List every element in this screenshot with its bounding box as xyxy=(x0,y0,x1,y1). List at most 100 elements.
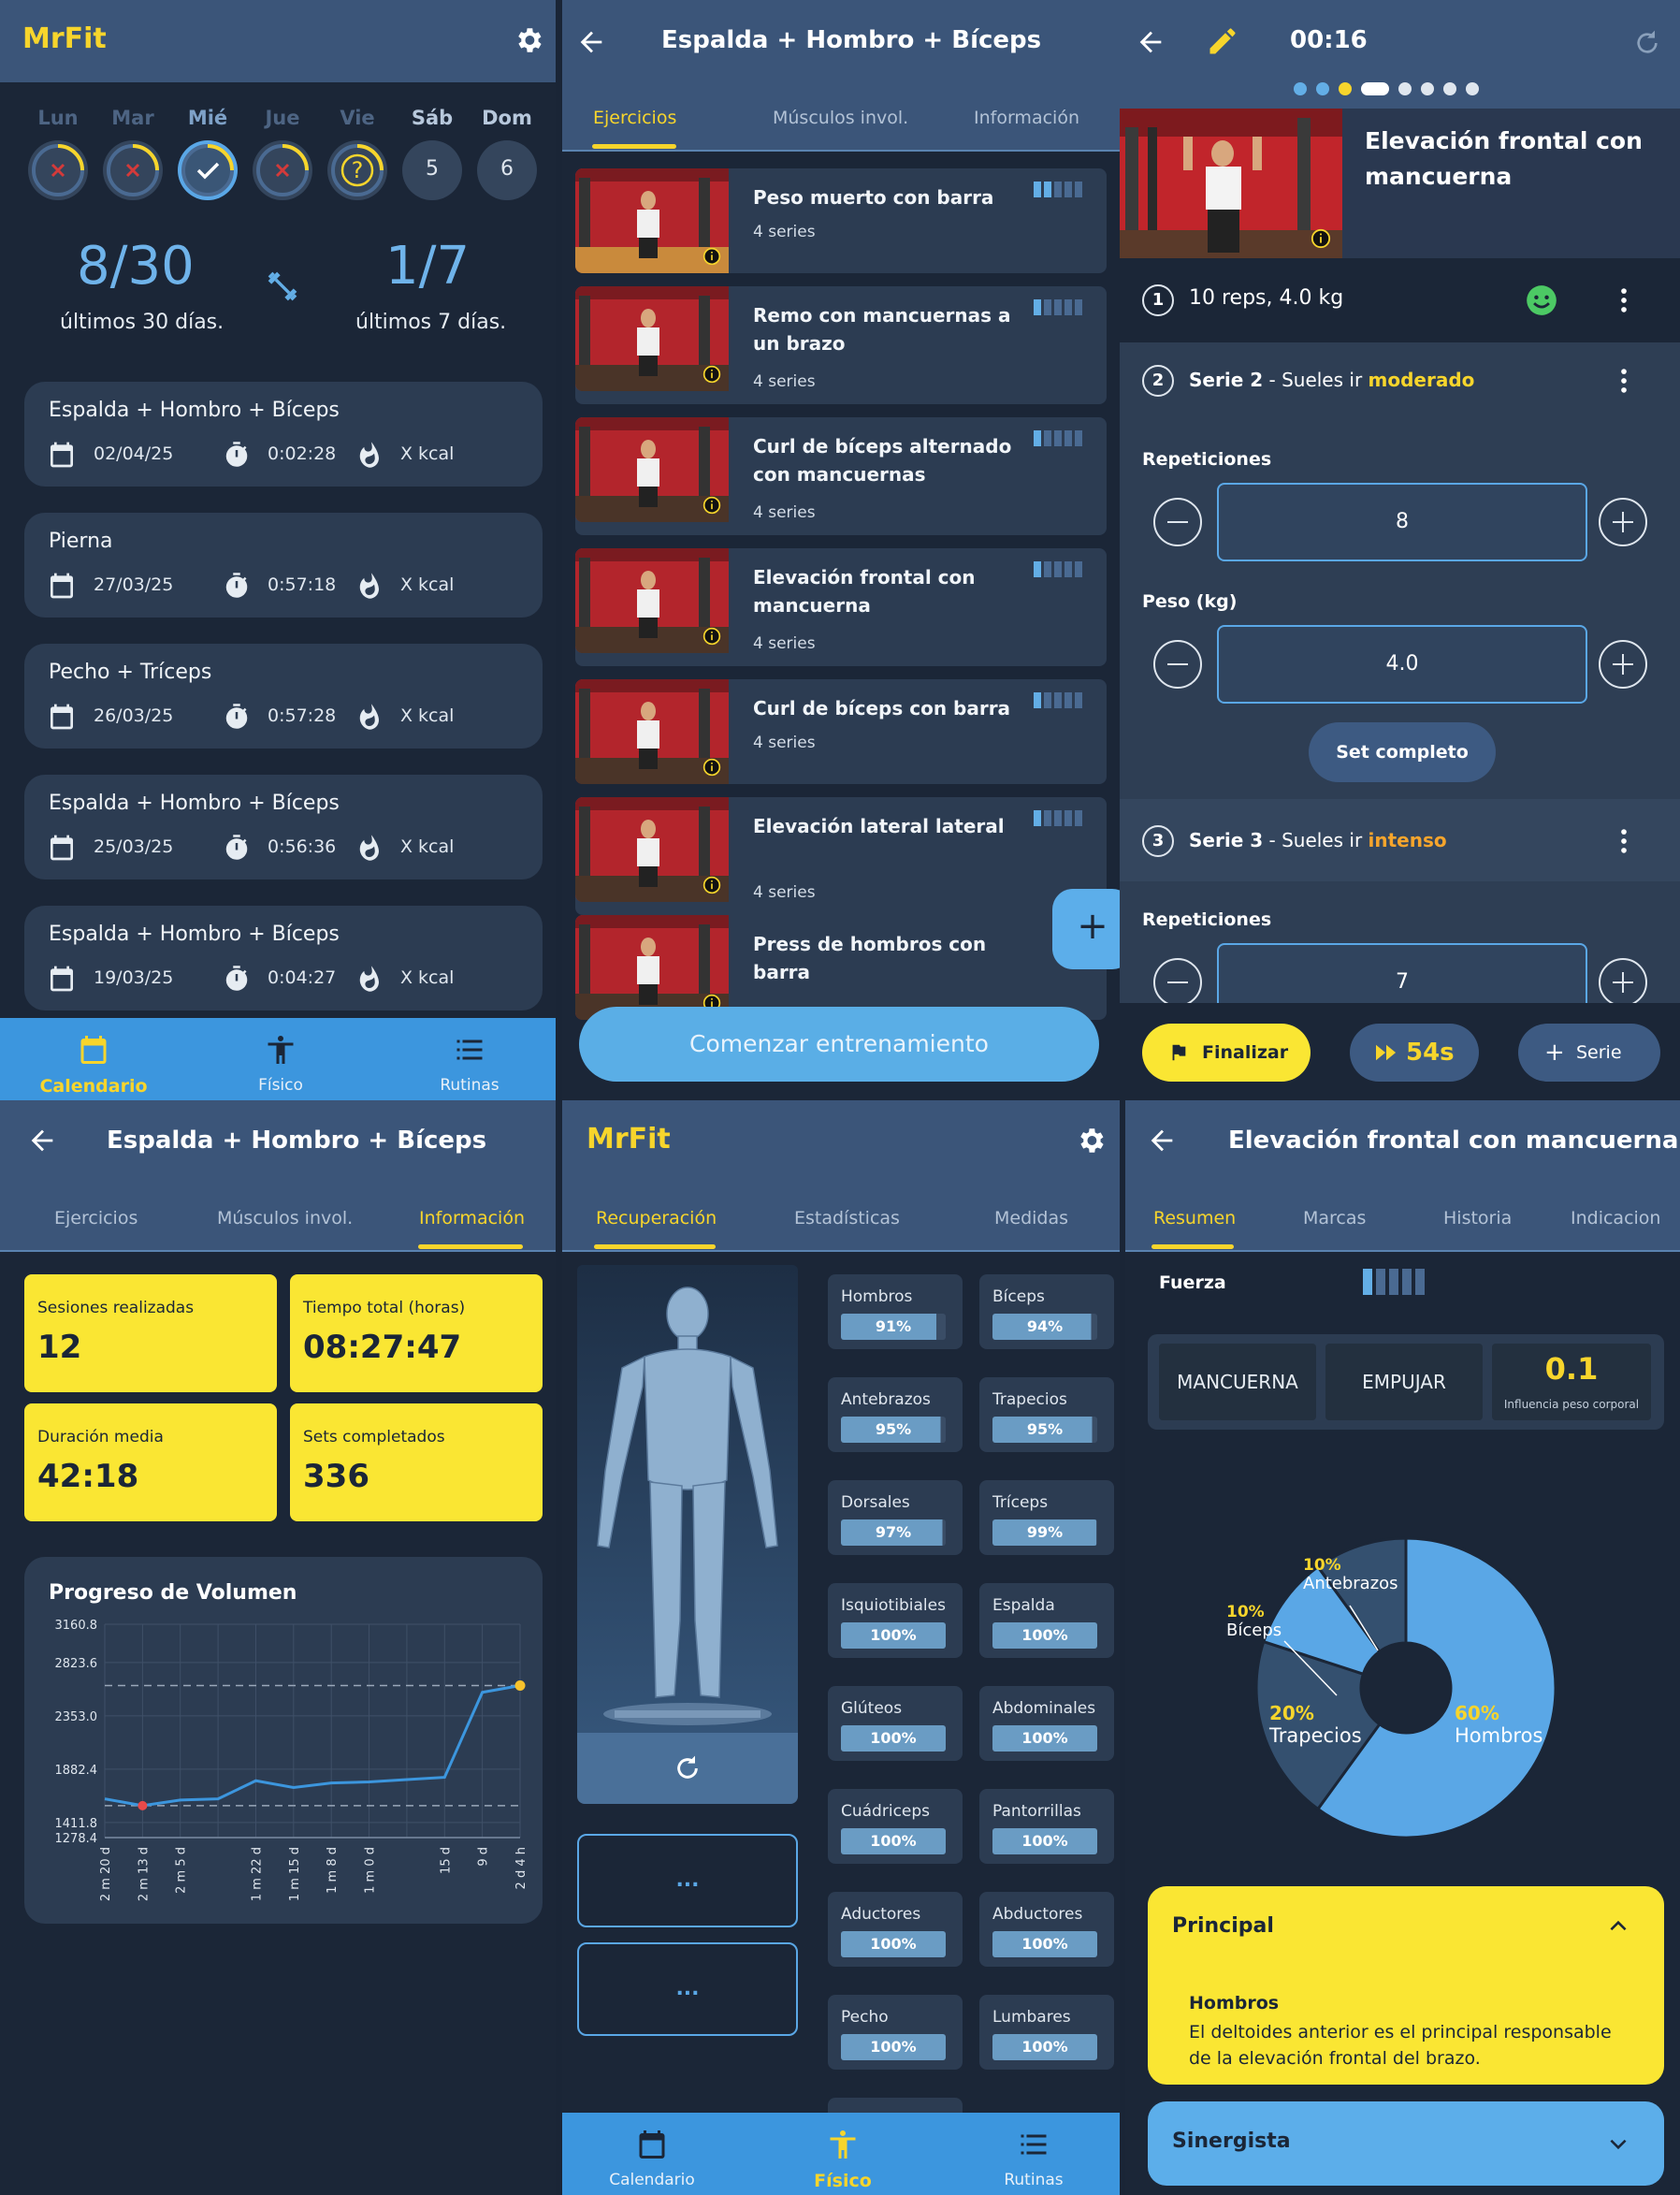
muscle-card[interactable]: Cuádriceps 100% xyxy=(828,1789,963,1864)
info-icon[interactable] xyxy=(702,365,721,384)
gear-icon[interactable] xyxy=(513,24,544,56)
reset-icon[interactable] xyxy=(1632,28,1662,58)
tab-statistics[interactable]: Estadísticas xyxy=(794,1208,900,1228)
step-dot xyxy=(1421,82,1434,95)
more-options-icon[interactable] xyxy=(1608,365,1640,397)
set-2-header[interactable]: 2 Serie 2 - Sueles ir moderado xyxy=(1120,342,1680,421)
muscle-card[interactable]: Dorsales 97% xyxy=(828,1480,963,1555)
back-arrow-icon[interactable] xyxy=(26,1125,58,1156)
muscle-card[interactable]: Hombros 91% xyxy=(828,1274,963,1349)
muscle-card[interactable]: Antebrazos 95% xyxy=(828,1377,963,1452)
workout-card[interactable]: Espalda + Hombro + Bíceps 25/03/25 0:56:36… xyxy=(24,775,543,879)
muscle-card[interactable]: Tríceps 99% xyxy=(979,1480,1114,1555)
back-arrow-icon[interactable] xyxy=(575,26,607,58)
back-arrow-icon[interactable] xyxy=(1135,26,1166,58)
exercise-row[interactable]: Curl de bíceps alternado con mancuernas 4… xyxy=(575,417,1107,535)
muscle-card[interactable]: Isquiotibiales 100% xyxy=(828,1583,963,1658)
tab-recovery[interactable]: Recuperación xyxy=(596,1208,717,1228)
muscle-card[interactable]: Espalda 100% xyxy=(979,1583,1114,1658)
more-button-1[interactable]: ... xyxy=(577,1834,798,1927)
tab-history[interactable]: Historia xyxy=(1443,1208,1512,1228)
nav-calendar-label: Calendario xyxy=(39,1076,148,1097)
tab-muscles[interactable]: Músculos invol. xyxy=(773,108,908,128)
more-options-icon[interactable] xyxy=(1608,284,1640,316)
tab-muscles[interactable]: Músculos invol. xyxy=(217,1208,353,1228)
recovery-value: 95% xyxy=(1026,1420,1064,1438)
info-icon[interactable] xyxy=(702,758,721,777)
synergist-accordion[interactable]: Sinergista xyxy=(1148,2101,1664,2186)
day-circle-2[interactable] xyxy=(178,140,238,200)
exercise-row[interactable]: Elevación lateral lateral 4 series xyxy=(575,797,1107,915)
tab-exercises[interactable]: Ejercicios xyxy=(54,1208,138,1228)
principal-accordion[interactable]: Principal Hombros El deltoides anterior … xyxy=(1148,1886,1664,2085)
muscle-card[interactable]: Trapecios 95% xyxy=(979,1377,1114,1452)
body-model-viewer[interactable] xyxy=(577,1265,798,1733)
tab-indications[interactable]: Indicacion xyxy=(1571,1208,1660,1228)
info-icon[interactable] xyxy=(702,876,721,894)
tab-exercises[interactable]: Ejercicios xyxy=(593,108,676,128)
day-circle-1[interactable] xyxy=(103,140,163,200)
day-circle-5[interactable]: 5 xyxy=(402,140,462,200)
exercise-photo xyxy=(1120,109,1342,258)
finish-button[interactable]: Finalizar xyxy=(1142,1024,1311,1082)
exercise-header: Elevación frontal con mancuerna xyxy=(1120,109,1680,258)
start-workout-button[interactable]: Comenzar entrenamiento xyxy=(579,1007,1099,1082)
info-icon[interactable] xyxy=(702,496,721,515)
workout-card[interactable]: Pecho + Tríceps 26/03/25 0:57:28 X kcal xyxy=(24,644,543,749)
workout-card[interactable]: Espalda + Hombro + Bíceps 02/04/25 0:02:28… xyxy=(24,382,543,487)
recovery-value: 97% xyxy=(875,1523,912,1541)
exercise-row[interactable]: Press de hombros con barra xyxy=(575,915,1107,1020)
chevron-down-icon[interactable] xyxy=(1606,2131,1630,2156)
muscle-card[interactable]: Abdominales 100% xyxy=(979,1686,1114,1761)
set-complete-button[interactable]: Set completo xyxy=(1309,722,1496,782)
exercise-row[interactable]: Curl de bíceps con barra 4 series xyxy=(575,679,1107,784)
info-icon[interactable] xyxy=(702,247,721,266)
day-circle-6[interactable]: 6 xyxy=(477,140,537,200)
strength-bar xyxy=(1402,1269,1412,1295)
muscle-card[interactable]: Lumbares 100% xyxy=(979,1995,1114,2070)
add-exercise-button[interactable]: + xyxy=(1052,889,1120,969)
info-icon[interactable] xyxy=(1311,228,1331,249)
exercise-row[interactable]: Peso muerto con barra 4 series xyxy=(575,168,1107,273)
pencil-icon[interactable] xyxy=(1206,24,1239,58)
day-circle-4[interactable]: ? xyxy=(327,140,387,200)
reps-input[interactable]: 8 xyxy=(1217,483,1587,561)
muscle-card[interactable]: Abductores 100% xyxy=(979,1892,1114,1967)
workout-card[interactable]: Pierna 27/03/25 0:57:18 X kcal xyxy=(24,513,543,618)
reps-increase-button[interactable] xyxy=(1599,498,1647,546)
muscle-card[interactable]: Pecho 100% xyxy=(828,1995,963,2070)
gear-icon[interactable] xyxy=(1075,1125,1107,1156)
muscle-card[interactable]: Bíceps 94% xyxy=(979,1274,1114,1349)
tab-info[interactable]: Información xyxy=(974,108,1079,128)
tab-records[interactable]: Marcas xyxy=(1303,1208,1366,1228)
weight-increase-button[interactable] xyxy=(1599,640,1647,689)
set-3-header[interactable]: 3 Serie 3 - Sueles ir intenso xyxy=(1120,799,1680,881)
weight-decrease-button[interactable] xyxy=(1153,640,1202,689)
day-circle-3[interactable] xyxy=(253,140,312,200)
stat-label: Sesiones realizadas xyxy=(37,1299,195,1317)
chevron-up-icon[interactable] xyxy=(1606,1914,1630,1939)
set-1-row[interactable]: 1 10 reps, 4.0 kg xyxy=(1120,258,1680,342)
more-button-2[interactable]: ... xyxy=(577,1942,798,2036)
finish-label: Finalizar xyxy=(1202,1042,1289,1063)
workout-card[interactable]: Espalda + Hombro + Bíceps 19/03/25 0:04:27… xyxy=(24,906,543,1010)
add-set-button[interactable]: + Serie xyxy=(1518,1024,1660,1082)
rest-timer-button[interactable]: 54s xyxy=(1350,1024,1479,1082)
tab-measures[interactable]: Medidas xyxy=(994,1208,1068,1228)
muscle-card[interactable]: Pantorrillas 100% xyxy=(979,1789,1114,1864)
tab-info[interactable]: Información xyxy=(419,1208,525,1228)
exercise-row[interactable]: Elevación frontal con mancuerna 4 series xyxy=(575,548,1107,666)
more-options-icon[interactable] xyxy=(1608,825,1640,857)
muscle-card[interactable]: Aductores 100% xyxy=(828,1892,963,1967)
reps-increase-button[interactable] xyxy=(1599,958,1647,1007)
back-arrow-icon[interactable] xyxy=(1146,1125,1178,1156)
reps-decrease-button[interactable] xyxy=(1153,498,1202,546)
tab-summary[interactable]: Resumen xyxy=(1153,1208,1236,1228)
info-icon[interactable] xyxy=(702,627,721,646)
weight-input[interactable]: 4.0 xyxy=(1217,625,1587,704)
exercise-row[interactable]: Remo con mancuernas a un brazo 4 series xyxy=(575,286,1107,404)
reset-view-button[interactable] xyxy=(577,1733,798,1804)
muscle-card[interactable]: Glúteos 100% xyxy=(828,1686,963,1761)
day-circle-0[interactable] xyxy=(28,140,88,200)
reps-decrease-button[interactable] xyxy=(1153,958,1202,1007)
